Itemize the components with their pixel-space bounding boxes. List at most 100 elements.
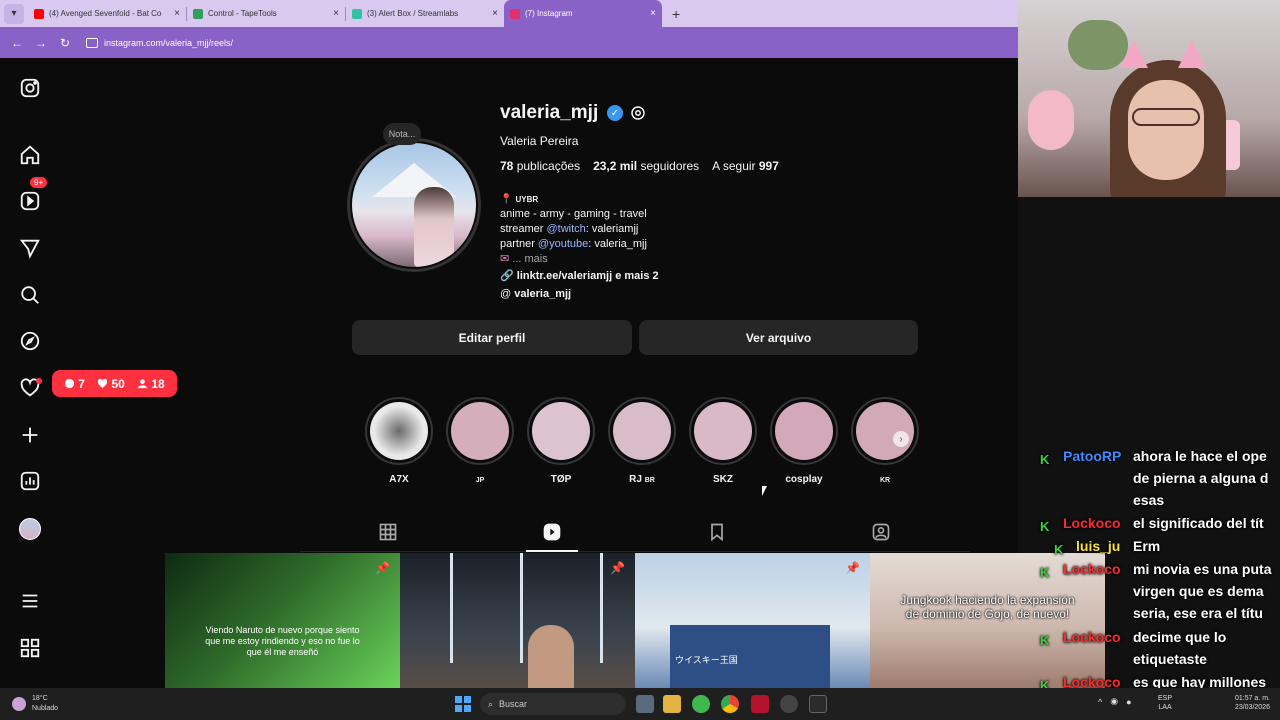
instagram-icon[interactable] <box>18 76 42 100</box>
tab-tagged-icon[interactable] <box>871 522 893 544</box>
edit-profile-button[interactable]: Editar perfil <box>352 320 632 355</box>
language-indicator[interactable]: ESP LAA <box>1158 694 1172 712</box>
streamlabs-favicon-icon <box>352 8 362 19</box>
tab-streamlabs[interactable]: (3) Alert Box / Streamlabs × <box>346 0 504 27</box>
site-info-icon[interactable] <box>86 37 98 48</box>
search-icon[interactable] <box>18 283 42 307</box>
highlight-label: cosplay <box>770 474 838 485</box>
create-icon[interactable] <box>18 423 42 447</box>
tab-posts-grid-icon[interactable] <box>378 522 400 544</box>
highlight-jp[interactable]: JP <box>446 397 514 485</box>
chevron-right-icon[interactable]: › <box>893 431 909 447</box>
new-tab-icon[interactable]: + <box>672 6 680 22</box>
highlight-kr[interactable]: KR <box>851 397 919 485</box>
app-icon[interactable] <box>751 695 769 713</box>
reload-icon[interactable]: ↻ <box>56 36 74 50</box>
kick-badge-icon: K <box>1054 542 1064 557</box>
bio-link-row[interactable]: 🔗 linktr.ee/valeriamjj e mais 2 <box>500 269 659 284</box>
xbox-icon[interactable] <box>692 695 710 713</box>
posts-stat[interactable]: 78 publicações <box>500 159 580 173</box>
file-explorer-icon[interactable] <box>663 695 681 713</box>
taskbar-clock[interactable]: 01:57 a. m. 23/03/2026 <box>1228 694 1270 712</box>
close-tab-icon[interactable]: × <box>650 8 656 19</box>
highlight-label: TØP <box>527 474 595 485</box>
chrome-icon[interactable] <box>721 695 739 713</box>
linktree-link[interactable]: linktr.ee/valeriamjj e mais 2 <box>517 270 659 282</box>
obs-icon[interactable] <box>780 695 798 713</box>
tab-instagram[interactable]: (7) Instagram × <box>504 0 662 27</box>
highlight-name: TØP <box>550 474 572 485</box>
threads-row[interactable]: @ valeria_mjj <box>500 287 659 302</box>
reel-thumbnail[interactable]: 📌 Viendo Naruto de nuevo porque siento q… <box>165 553 400 688</box>
close-tab-icon[interactable]: × <box>492 8 498 19</box>
bio-line-interests: anime - army - gaming - travel <box>500 208 647 220</box>
weather-widget[interactable]: 18°C Nublado <box>12 694 58 714</box>
stream-chat: K PatooRP ahora le hace el ope de pierna… <box>1030 445 1280 693</box>
tab-search-button[interactable]: ▾ <box>4 3 24 24</box>
taskbar-search[interactable]: ⌕ Buscar <box>480 693 626 715</box>
highlight-cover <box>775 402 833 460</box>
tab-reels-icon[interactable] <box>542 522 564 544</box>
shop-sign: ウイスキー王国 <box>675 655 738 665</box>
tab-saved-icon[interactable] <box>707 522 729 544</box>
profile-picture[interactable] <box>352 143 476 267</box>
twitch-mention-link[interactable]: @twitch <box>546 223 585 235</box>
highlight-cover <box>613 402 671 460</box>
reels-icon[interactable] <box>18 189 42 213</box>
light-bar <box>450 553 453 663</box>
mic-icon[interactable]: ● <box>1126 697 1131 707</box>
followers-label: seguidores <box>640 159 700 173</box>
chat-username: Lockoco <box>1063 629 1121 645</box>
epic-games-icon[interactable] <box>809 695 827 713</box>
close-tab-icon[interactable]: × <box>333 8 339 19</box>
chat-text: de pierna a alguna d <box>1133 470 1269 486</box>
view-archive-button[interactable]: Ver arquivo <box>639 320 918 355</box>
settings-gear-icon[interactable] <box>629 104 647 122</box>
explore-icon[interactable] <box>18 329 42 353</box>
followers-stat[interactable]: 23,2 mil seguidores <box>593 159 699 173</box>
highlight-cosplay[interactable]: cosplay <box>770 397 838 485</box>
link-icon: 🔗 <box>500 270 514 282</box>
highlight-top[interactable]: TØP <box>527 397 595 485</box>
tray-chevron-icon[interactable]: ^ <box>1098 697 1102 707</box>
profile-avatar[interactable] <box>18 517 42 541</box>
note-bubble[interactable]: Nota... <box>383 123 421 145</box>
clock-time: 01:57 a. m. <box>1234 695 1270 702</box>
highlight-a7x[interactable]: A7X <box>365 397 433 485</box>
windows-start-icon[interactable] <box>455 696 471 712</box>
url-field[interactable]: instagram.com/valeria_mjj/reels/ <box>86 32 1010 54</box>
forward-icon[interactable]: → <box>32 36 50 50</box>
youtube-mention-link[interactable]: @youtube <box>538 238 588 250</box>
lang-code: ESP <box>1158 695 1173 702</box>
back-icon[interactable]: ← <box>8 36 26 50</box>
bio-location: UYBR <box>515 195 539 204</box>
home-icon[interactable] <box>18 143 42 167</box>
bio-more-link[interactable]: ... mais <box>512 253 547 265</box>
webcam-overlay <box>1018 0 1280 197</box>
windows-taskbar: 18°C Nublado ⌕ Buscar ^ ◉ ● ESP LAA 01:5… <box>0 688 1280 720</box>
menu-icon[interactable] <box>18 589 42 613</box>
weather-temp: 18°C <box>32 695 48 702</box>
highlight-flag: BR <box>644 477 655 484</box>
tab-tapetools[interactable]: Control - TapeTools × <box>187 0 345 27</box>
messages-icon[interactable] <box>18 236 42 260</box>
tab-title: (4) Avenged Sevenfold - Bat Co <box>49 9 162 18</box>
tab-title: Control - TapeTools <box>208 9 277 18</box>
dashboard-icon[interactable] <box>18 469 42 493</box>
apps-icon[interactable] <box>18 636 42 660</box>
tray-app-icon[interactable]: ◉ <box>1110 696 1118 707</box>
highlight-ring <box>527 397 595 465</box>
highlight-rj[interactable]: RJ BR <box>608 397 676 485</box>
following-stat[interactable]: A seguir 997 <box>712 159 779 173</box>
threads-link[interactable]: valeria_mjj <box>514 288 571 300</box>
reel-thumbnail[interactable]: 📌 <box>400 553 635 688</box>
person-icon <box>138 379 148 389</box>
notification-popup[interactable]: 7 50 18 <box>52 370 177 397</box>
reel-thumbnail[interactable]: ウイスキー王国 📌 <box>635 553 870 688</box>
highlight-skz[interactable]: SKZ <box>689 397 757 485</box>
task-view-icon[interactable] <box>636 695 654 713</box>
clock-date: 23/03/2026 <box>1234 704 1270 711</box>
tab-avenged[interactable]: (4) Avenged Sevenfold - Bat Co × <box>28 0 186 27</box>
address-bar: ← → ↻ instagram.com/valeria_mjj/reels/ <box>0 27 1018 58</box>
close-tab-icon[interactable]: × <box>174 8 180 19</box>
